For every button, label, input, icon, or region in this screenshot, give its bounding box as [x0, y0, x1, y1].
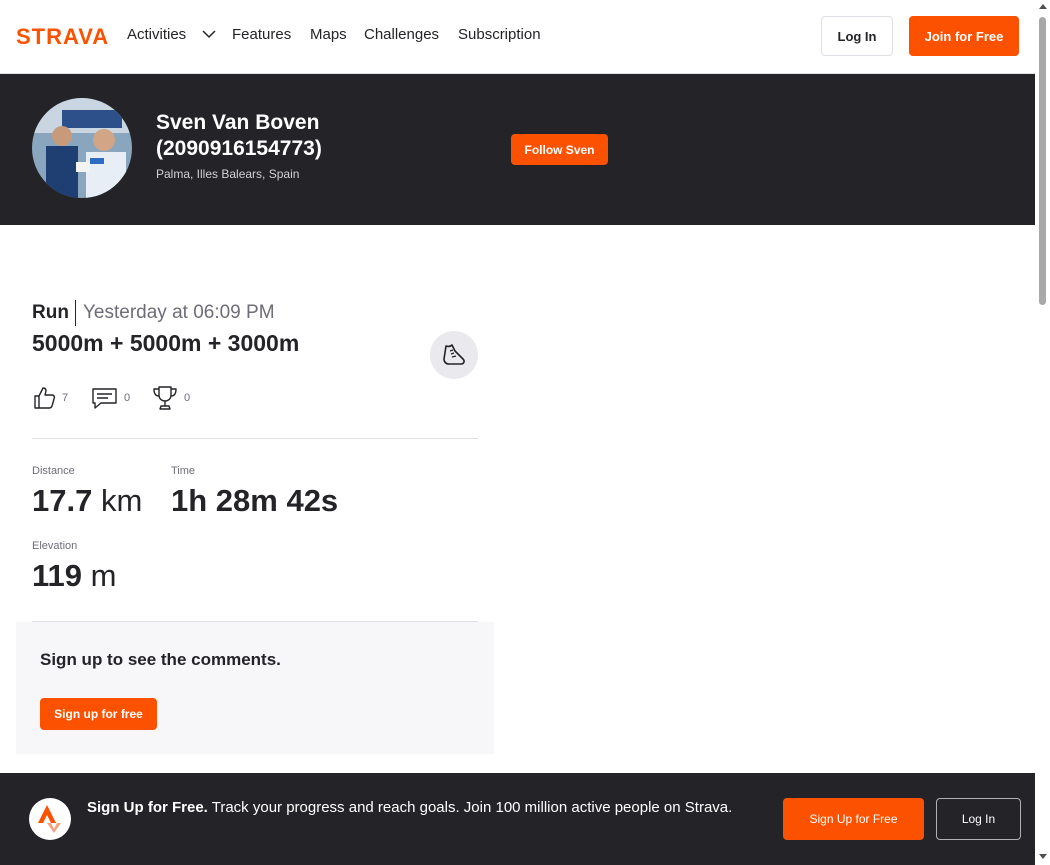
join-button[interactable]: Join for Free	[909, 16, 1019, 56]
signup-banner-text: Sign Up for Free. Track your progress an…	[87, 799, 733, 816]
achievements-button[interactable]: 0	[152, 384, 190, 412]
athlete-location: Palma, Illes Balears, Spain	[156, 167, 300, 181]
activity-sport: Run	[32, 302, 69, 323]
comments-count: 0	[124, 392, 131, 404]
top-nav: STRAVA Activities Features Maps Challeng…	[0, 0, 1035, 74]
scroll-up-arrow[interactable]	[1039, 4, 1047, 9]
comments-signup-box: Sign up to see the comments. Sign up for…	[16, 622, 494, 754]
page-scrollbar[interactable]	[1035, 0, 1050, 865]
chevron-down-icon[interactable]	[202, 29, 216, 39]
nav-features[interactable]: Features	[232, 25, 291, 45]
scroll-down-arrow[interactable]	[1039, 854, 1047, 859]
comments-signup-text: Sign up to see the comments.	[40, 650, 281, 669]
bottom-signup-button[interactable]: Sign Up for Free	[783, 798, 924, 840]
time-label: Time	[171, 465, 196, 477]
nav-challenges[interactable]: Challenges	[364, 25, 439, 45]
nav-maps[interactable]: Maps	[310, 25, 347, 45]
athlete-name[interactable]: Sven Van Boven (2090916154773)	[156, 110, 376, 162]
kudos-button[interactable]: 7	[32, 384, 68, 412]
signup-banner: Sign Up for Free. Track your progress an…	[0, 773, 1035, 865]
page: STRAVA Activities Features Maps Challeng…	[0, 0, 1035, 865]
thumbs-up-icon	[34, 387, 56, 409]
bottom-login-button[interactable]: Log In	[936, 798, 1021, 840]
comment-icon	[92, 388, 117, 409]
shoe-badge	[430, 331, 478, 379]
time-value: 1h 28m 42s	[171, 483, 339, 518]
divider	[75, 300, 76, 326]
strava-mark-icon	[29, 798, 71, 840]
elevation-value: 119 m	[32, 558, 117, 593]
distance-value: 17.7 km	[32, 483, 143, 518]
shoe-icon	[443, 344, 465, 365]
nav-subscription[interactable]: Subscription	[458, 25, 541, 45]
svg-text:STRAVA: STRAVA	[16, 26, 109, 46]
nav-activities[interactable]: Activities	[127, 25, 186, 45]
comments-button[interactable]: 0	[91, 384, 130, 412]
scroll-thumb[interactable]	[1039, 17, 1046, 305]
elevation-label: Elevation	[32, 540, 78, 552]
athlete-banner: Sven Van Boven (2090916154773) Palma, Il…	[0, 74, 1035, 225]
achievements-count: 0	[184, 392, 191, 404]
trophy-icon	[153, 386, 177, 410]
login-button[interactable]: Log In	[821, 16, 893, 56]
distance-label: Distance	[32, 465, 75, 477]
signup-button[interactable]: Sign up for free	[40, 698, 157, 730]
follow-button[interactable]: Follow Sven	[511, 134, 608, 165]
activity-date: Yesterday at 06:09 PM	[83, 302, 275, 323]
divider	[32, 438, 478, 439]
activity-title: 5000m + 5000m + 3000m	[32, 330, 300, 356]
kudos-count: 7	[62, 392, 69, 404]
strava-logo[interactable]: STRAVA	[16, 26, 111, 46]
athlete-avatar[interactable]	[32, 98, 132, 198]
